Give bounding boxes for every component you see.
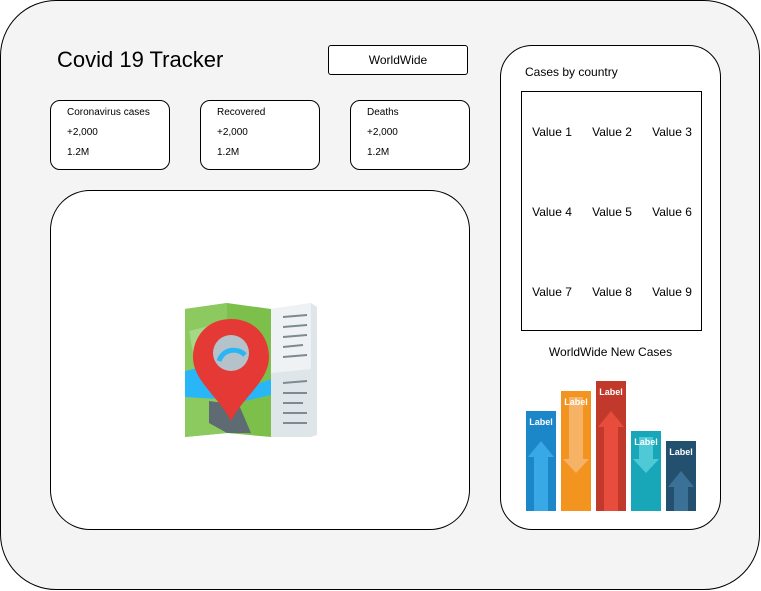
stat-total: 1.2M bbox=[217, 147, 240, 158]
stat-label: Recovered bbox=[217, 107, 266, 118]
side-panel: Cases by country Value 1 Value 2 Value 3… bbox=[500, 45, 721, 530]
bar-label: Label bbox=[564, 397, 588, 407]
country-cell[interactable]: Value 6 bbox=[642, 205, 702, 219]
stat-label: Coronavirus cases bbox=[67, 107, 150, 118]
stat-card-deaths[interactable]: Deaths +2,000 1.2M bbox=[350, 100, 470, 170]
new-cases-title: WorldWide New Cases bbox=[548, 345, 673, 359]
country-cell[interactable]: Value 1 bbox=[522, 125, 582, 139]
stat-today: +2,000 bbox=[67, 127, 98, 138]
country-cell[interactable]: Value 7 bbox=[522, 285, 582, 299]
bar-label: Label bbox=[599, 387, 623, 397]
stat-card-recovered[interactable]: Recovered +2,000 1.2M bbox=[200, 100, 320, 170]
bar-label: Label bbox=[634, 437, 658, 447]
worldwide-button[interactable]: WorldWide bbox=[328, 45, 468, 75]
cases-grid: Value 1 Value 2 Value 3 Value 4 Value 5 … bbox=[521, 91, 702, 331]
bar[interactable]: Label bbox=[596, 381, 626, 511]
stat-card-cases[interactable]: Coronavirus cases +2,000 1.2M bbox=[50, 100, 170, 170]
stat-today: +2,000 bbox=[217, 127, 248, 138]
bar[interactable]: Label bbox=[631, 431, 661, 511]
map-pin-icon bbox=[185, 303, 317, 437]
map-panel[interactable] bbox=[50, 190, 470, 530]
bar[interactable]: Label bbox=[561, 391, 591, 511]
country-cell[interactable]: Value 5 bbox=[582, 205, 642, 219]
stat-total: 1.2M bbox=[367, 147, 390, 158]
bar[interactable]: Label bbox=[526, 411, 556, 511]
stat-total: 1.2M bbox=[67, 147, 90, 158]
country-cell[interactable]: Value 4 bbox=[522, 205, 582, 219]
country-cell[interactable]: Value 3 bbox=[642, 125, 702, 139]
cases-by-country-title: Cases by country bbox=[525, 65, 618, 79]
new-cases-chart: Label Label Label Label Label bbox=[526, 381, 696, 511]
bar-label: Label bbox=[669, 447, 693, 457]
bar[interactable]: Label bbox=[666, 441, 696, 511]
page-title: Covid 19 Tracker bbox=[57, 47, 224, 72]
country-cell[interactable]: Value 2 bbox=[582, 125, 642, 139]
bar-label: Label bbox=[529, 417, 553, 427]
country-cell[interactable]: Value 8 bbox=[582, 285, 642, 299]
stat-label: Deaths bbox=[367, 107, 399, 118]
stat-today: +2,000 bbox=[367, 127, 398, 138]
country-cell[interactable]: Value 9 bbox=[642, 285, 702, 299]
